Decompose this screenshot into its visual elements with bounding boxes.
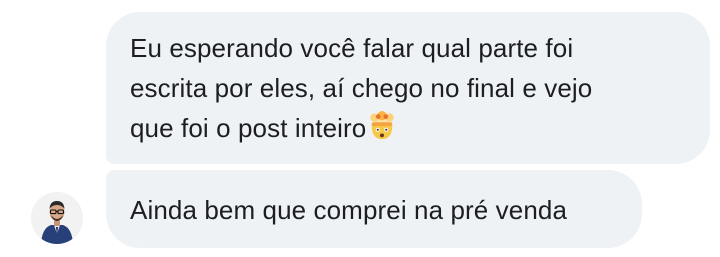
avatar[interactable] (31, 192, 83, 244)
user-avatar-icon (31, 192, 83, 244)
message-text-line: que foi o post inteiro (130, 108, 686, 148)
exploding-head-emoji-icon (370, 111, 395, 140)
message-text-line: escrita por eles, aí chego no final e ve… (130, 73, 593, 103)
message-text-line: Ainda bem que comprei na pré venda (130, 195, 568, 225)
message-bubble[interactable]: Ainda bem que comprei na pré venda (106, 170, 642, 248)
message-bubble[interactable]: Eu esperando você falar qual parte foi e… (106, 12, 710, 164)
message-text-segment: que foi o post inteiro (130, 113, 367, 143)
message-text-line: Eu esperando você falar qual parte foi (130, 33, 574, 63)
